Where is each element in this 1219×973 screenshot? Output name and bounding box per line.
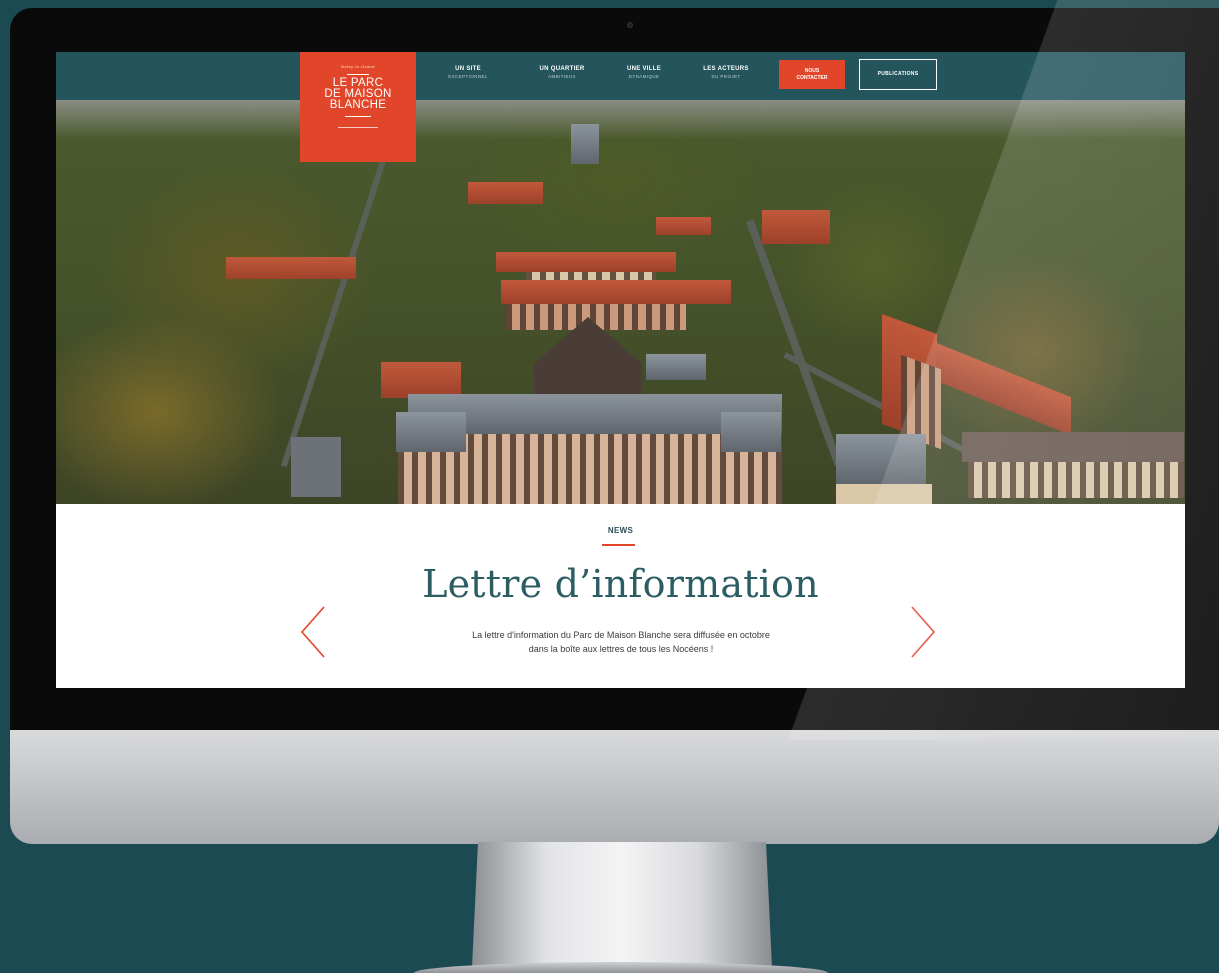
nav-sublabel: DYNAMIQUE	[628, 74, 660, 79]
carousel-next-button[interactable]	[908, 604, 938, 660]
news-label-underline	[602, 544, 635, 546]
carousel-prev-button[interactable]	[298, 604, 328, 660]
news-description-line1: La lettre d'information du Parc de Maiso…	[472, 630, 770, 640]
news-title: Lettre d’information	[422, 562, 819, 606]
contact-label-line1: NOUS	[804, 68, 820, 74]
logo-tagline: Noisy-le-Grand	[341, 64, 375, 69]
nav-label: UNE VILLE	[626, 66, 662, 72]
webcam-dot	[627, 22, 633, 28]
chevron-right-icon	[911, 606, 936, 658]
nav-un-quartier[interactable]: UN QUARTIER AMBITIEUX	[526, 66, 598, 79]
news-section: NEWS Lettre d’information La lettre d'in…	[56, 504, 1185, 688]
nav-les-acteurs[interactable]: LES ACTEURS DU PROJET	[692, 66, 760, 79]
contact-label-line2: CONTACTER	[796, 75, 828, 81]
nav-sublabel: EXCEPTIONNEL	[448, 74, 488, 79]
nav-sublabel: AMBITIEUX	[548, 74, 576, 79]
logo-divider	[338, 127, 378, 128]
nav-label: LES ACTEURS	[703, 66, 749, 72]
nav-label: UN QUARTIER	[539, 66, 585, 72]
nav-une-ville[interactable]: UNE VILLE DYNAMIQUE	[616, 66, 672, 79]
logo-divider	[345, 116, 371, 117]
chevron-left-icon	[300, 606, 325, 658]
nav-label: UN SITE	[455, 66, 481, 72]
nav-sublabel: DU PROJET	[711, 74, 741, 79]
top-navigation-bar: UN SITE EXCEPTIONNEL UN QUARTIER AMBITIE…	[56, 52, 1185, 100]
logo-divider	[347, 74, 369, 75]
logo-title-line3: BLANCHE	[329, 99, 387, 111]
website-screen: UN SITE EXCEPTIONNEL UN QUARTIER AMBITIE…	[56, 52, 1185, 688]
site-logo[interactable]: Noisy-le-Grand LE PARC DE MAISON BLANCHE	[300, 52, 416, 162]
hero-aerial-photo	[56, 52, 1185, 504]
news-label: NEWS	[607, 526, 634, 535]
contact-button[interactable]: NOUS CONTACTER	[779, 60, 845, 89]
monitor-chin	[10, 730, 1219, 844]
news-description-line2: dans la boîte aux lettres de tous les No…	[528, 644, 714, 654]
monitor-stand	[472, 842, 772, 967]
publications-button[interactable]: PUBLICATIONS	[859, 59, 937, 90]
nav-un-site[interactable]: UN SITE EXCEPTIONNEL	[438, 66, 498, 79]
news-description: La lettre d'information du Parc de Maiso…	[401, 628, 841, 656]
